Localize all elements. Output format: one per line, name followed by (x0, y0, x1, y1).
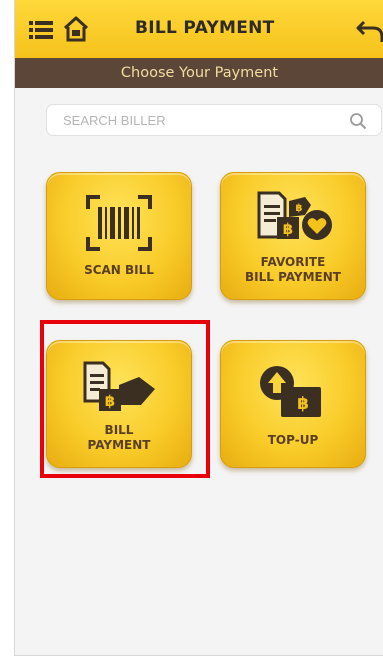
home-icon[interactable] (63, 16, 89, 42)
barcode-scan-icon (86, 195, 152, 251)
svg-text:฿: ฿ (283, 220, 293, 238)
favorite-label-line1: FAVORITE (260, 255, 326, 269)
subheader-text: Choose Your Payment (120, 65, 279, 81)
favorite-bill-icon: ฿ ฿ (257, 191, 332, 240)
page-title: BILL PAYMENT (135, 18, 275, 38)
top-up-button[interactable]: ฿ TOP-UP (220, 340, 366, 468)
favorite-label-line2: BILL PAYMENT (245, 270, 341, 284)
search-biller-field[interactable]: SEARCH BILLER (46, 104, 382, 136)
search-placeholder: SEARCH BILLER (63, 113, 166, 128)
svg-text:฿: ฿ (297, 394, 309, 414)
favorite-bill-payment-button[interactable]: ฿ ฿ FAVORITE BILL PAYMENT (220, 172, 366, 300)
header-bar: BILL PAYMENT (15, 0, 383, 58)
search-icon[interactable] (349, 112, 367, 130)
scan-bill-button[interactable]: SCAN BILL (46, 172, 192, 300)
app-screen: BILL PAYMENT Choose Your Payment SEARCH … (14, 0, 383, 656)
top-up-icon: ฿ (260, 366, 321, 417)
svg-text:฿: ฿ (296, 203, 303, 214)
scan-bill-label: SCAN BILL (84, 263, 154, 277)
highlight-box (40, 320, 210, 478)
menu-icon[interactable] (29, 20, 53, 40)
top-up-label: TOP-UP (267, 433, 319, 447)
favorite-bill-payment-label: FAVORITE BILL PAYMENT (221, 255, 365, 285)
back-arrow-icon[interactable] (356, 18, 383, 42)
subheader-bar: Choose Your Payment (15, 58, 383, 88)
